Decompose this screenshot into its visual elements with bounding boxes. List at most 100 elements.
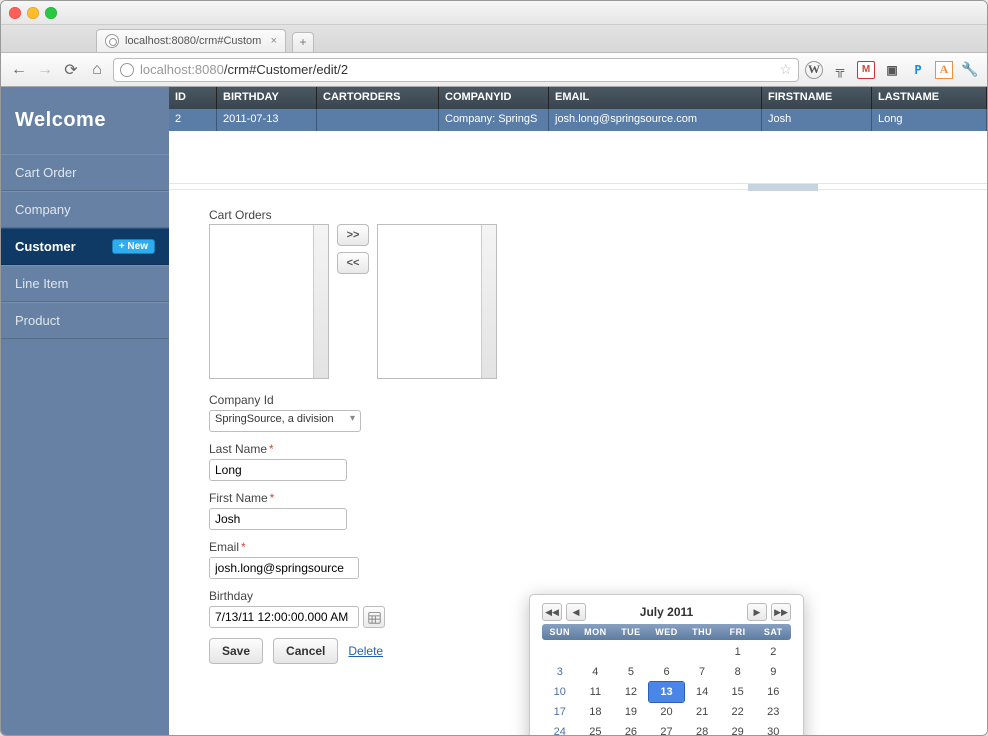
calendar-day-cell[interactable]: 26 <box>613 722 649 736</box>
calendar-day-headers: SUN MON TUE WED THU FRI SAT <box>542 624 791 640</box>
prev-year-button[interactable]: ◀◀ <box>542 603 562 621</box>
calendar-day-cell[interactable]: 30 <box>755 722 791 736</box>
grid-cell-company: Company: SpringS <box>439 109 549 131</box>
calendar-day-cell[interactable]: 14 <box>684 682 720 702</box>
grid-cell-birthday: 2011-07-13 <box>217 109 317 131</box>
sidebar-item-line-item[interactable]: Line Item <box>1 265 169 302</box>
calendar-day-cell[interactable]: 23 <box>755 702 791 722</box>
tab-strip: localhost:8080/crm#Custom × + <box>1 25 987 53</box>
calendar-day-cell[interactable]: 20 <box>649 702 685 722</box>
grid-header-first[interactable]: FIRSTNAME <box>762 87 872 109</box>
sidebar-item-label: Cart Order <box>15 165 76 180</box>
next-month-button[interactable]: ▶ <box>747 603 767 621</box>
calendar-day-cell[interactable]: 11 <box>578 682 614 702</box>
calendar-day-cell[interactable]: 7 <box>684 662 720 682</box>
browser-toolbar: ← → ⟳ ⌂ localhost:8080/crm#Customer/edit… <box>1 53 987 87</box>
extension-icon[interactable]: ╦ <box>831 61 849 79</box>
last-name-input[interactable] <box>209 459 347 481</box>
forward-button[interactable]: → <box>35 61 55 79</box>
calendar-day-cell <box>684 642 720 662</box>
cancel-button[interactable]: Cancel <box>273 638 338 664</box>
sidebar-item-customer[interactable]: Customer + New <box>1 228 169 265</box>
calendar-day-cell[interactable]: 17 <box>542 702 578 722</box>
delete-link[interactable]: Delete <box>348 644 383 658</box>
grid-header-row: ID BIRTHDAY CARTORDERS COMPANYID EMAIL F… <box>169 87 987 109</box>
calendar-day-cell[interactable]: 25 <box>578 722 614 736</box>
grid-cell-first: Josh <box>762 109 872 131</box>
calendar-day-cell[interactable]: 16 <box>755 682 791 702</box>
sidebar-item-company[interactable]: Company <box>1 191 169 228</box>
available-cart-orders-list[interactable] <box>209 224 329 379</box>
sidebar: Welcome Cart Order Company Customer + Ne… <box>1 87 169 736</box>
birthday-input[interactable] <box>209 606 359 628</box>
calendar-day-cell[interactable]: 12 <box>613 682 649 702</box>
first-name-input[interactable] <box>209 508 347 530</box>
window-minimize-button[interactable] <box>27 7 39 19</box>
wrench-menu-icon[interactable]: 🔧 <box>961 61 979 79</box>
calendar-day-cell[interactable]: 9 <box>755 662 791 682</box>
calendar-day-cell[interactable]: 27 <box>649 722 685 736</box>
browser-tab[interactable]: localhost:8080/crm#Custom × <box>96 29 286 52</box>
new-button[interactable]: + New <box>112 239 155 254</box>
grid-header-id[interactable]: ID <box>169 87 217 109</box>
window-close-button[interactable] <box>9 7 21 19</box>
calendar-day-cell[interactable]: 6 <box>649 662 685 682</box>
sidebar-item-cart-order[interactable]: Cart Order <box>1 154 169 191</box>
extension-icon[interactable]: P <box>909 61 927 79</box>
address-bar[interactable]: localhost:8080/crm#Customer/edit/2 ☆ <box>113 58 799 82</box>
extension-icon[interactable]: A <box>935 61 953 79</box>
last-name-label: Last Name* <box>209 442 963 456</box>
split-handle[interactable] <box>169 183 987 190</box>
prev-month-button[interactable]: ◀ <box>566 603 586 621</box>
gmail-extension-icon[interactable]: M <box>857 61 875 79</box>
extension-icon[interactable]: ▣ <box>883 61 901 79</box>
calendar-day-cell[interactable]: 5 <box>613 662 649 682</box>
cart-orders-shuttle: >> << <box>209 224 963 379</box>
calendar-day-cell[interactable]: 29 <box>720 722 756 736</box>
calendar-day-cell[interactable]: 15 <box>720 682 756 702</box>
calendar-day-cell[interactable]: 28 <box>684 722 720 736</box>
calendar-day-cell[interactable]: 2 <box>755 642 791 662</box>
selected-cart-orders-list[interactable] <box>377 224 497 379</box>
new-tab-button[interactable]: + <box>292 32 314 52</box>
extension-icons: W ╦ M ▣ P A 🔧 <box>805 61 979 79</box>
grid-cell-last: Long <box>872 109 987 131</box>
next-year-button[interactable]: ▶▶ <box>771 603 791 621</box>
calendar-day-cell[interactable]: 10 <box>542 682 578 702</box>
reload-button[interactable]: ⟳ <box>61 60 81 80</box>
back-button[interactable]: ← <box>9 61 29 79</box>
grid-header-company[interactable]: COMPANYID <box>439 87 549 109</box>
date-picker-trigger[interactable] <box>363 606 385 628</box>
company-id-select[interactable]: SpringSource, a division <box>209 410 361 432</box>
grid-header-email[interactable]: EMAIL <box>549 87 762 109</box>
grid-header-cart[interactable]: CARTORDERS <box>317 87 439 109</box>
wikipedia-extension-icon[interactable]: W <box>805 61 823 79</box>
email-input[interactable] <box>209 557 359 579</box>
first-name-label: First Name* <box>209 491 963 505</box>
calendar-day-cell[interactable]: 18 <box>578 702 614 722</box>
grid-row[interactable]: 2 2011-07-13 Company: SpringS josh.long@… <box>169 109 987 131</box>
calendar-day-cell[interactable]: 19 <box>613 702 649 722</box>
tab-close-icon[interactable]: × <box>271 35 277 47</box>
calendar-day-cell[interactable]: 13 <box>649 682 685 702</box>
calendar-day-cell[interactable]: 1 <box>720 642 756 662</box>
remove-from-selected-button[interactable]: << <box>337 252 369 274</box>
bookmark-star-icon[interactable]: ☆ <box>779 61 792 78</box>
calendar-day-cell[interactable]: 3 <box>542 662 578 682</box>
calendar-day-cell[interactable]: 21 <box>684 702 720 722</box>
calendar-day-cell[interactable]: 22 <box>720 702 756 722</box>
grid-header-last[interactable]: LASTNAME <box>872 87 987 109</box>
window-maximize-button[interactable] <box>45 7 57 19</box>
home-button[interactable]: ⌂ <box>87 61 107 79</box>
url-host: localhost <box>140 62 191 77</box>
calendar-day-cell[interactable]: 24 <box>542 722 578 736</box>
date-picker-popup: ◀◀ ◀ July 2011 ▶ ▶▶ SUN MON TUE WED THU … <box>529 594 804 736</box>
sidebar-item-product[interactable]: Product <box>1 302 169 339</box>
save-button[interactable]: Save <box>209 638 263 664</box>
grid-header-birthday[interactable]: BIRTHDAY <box>217 87 317 109</box>
main-panel: ID BIRTHDAY CARTORDERS COMPANYID EMAIL F… <box>169 87 987 736</box>
calendar-day-cell[interactable]: 8 <box>720 662 756 682</box>
add-to-selected-button[interactable]: >> <box>337 224 369 246</box>
calendar-day-cell[interactable]: 4 <box>578 662 614 682</box>
globe-icon <box>105 34 119 48</box>
